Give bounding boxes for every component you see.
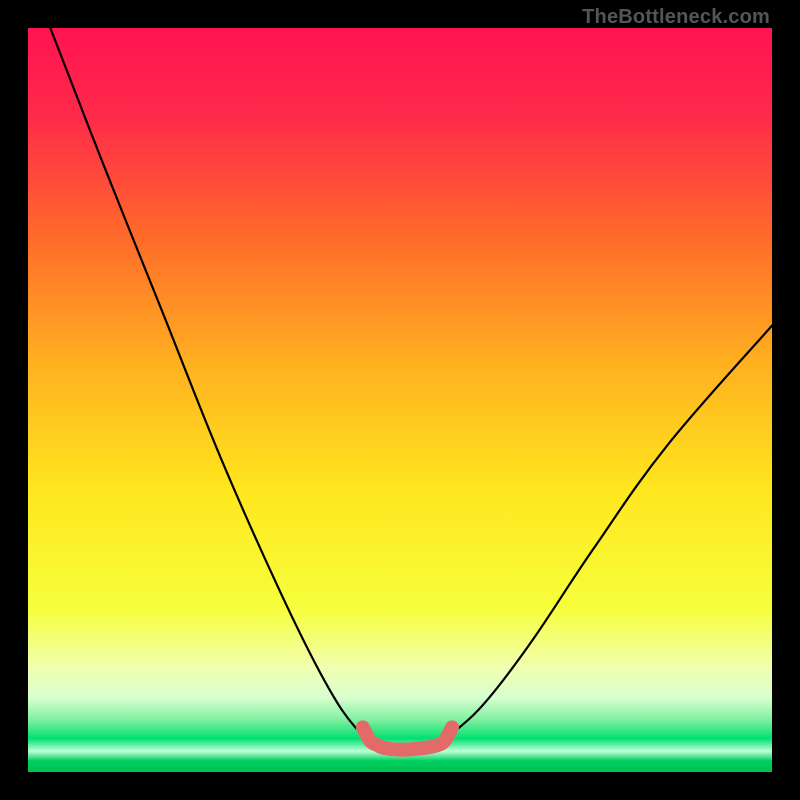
valley-accent <box>363 727 452 749</box>
chart-frame: TheBottleneck.com <box>0 0 800 800</box>
chart-curves <box>28 28 772 772</box>
right-curve <box>437 326 772 743</box>
watermark-text: TheBottleneck.com <box>582 6 770 29</box>
left-curve <box>50 28 377 742</box>
plot-area <box>28 28 772 772</box>
